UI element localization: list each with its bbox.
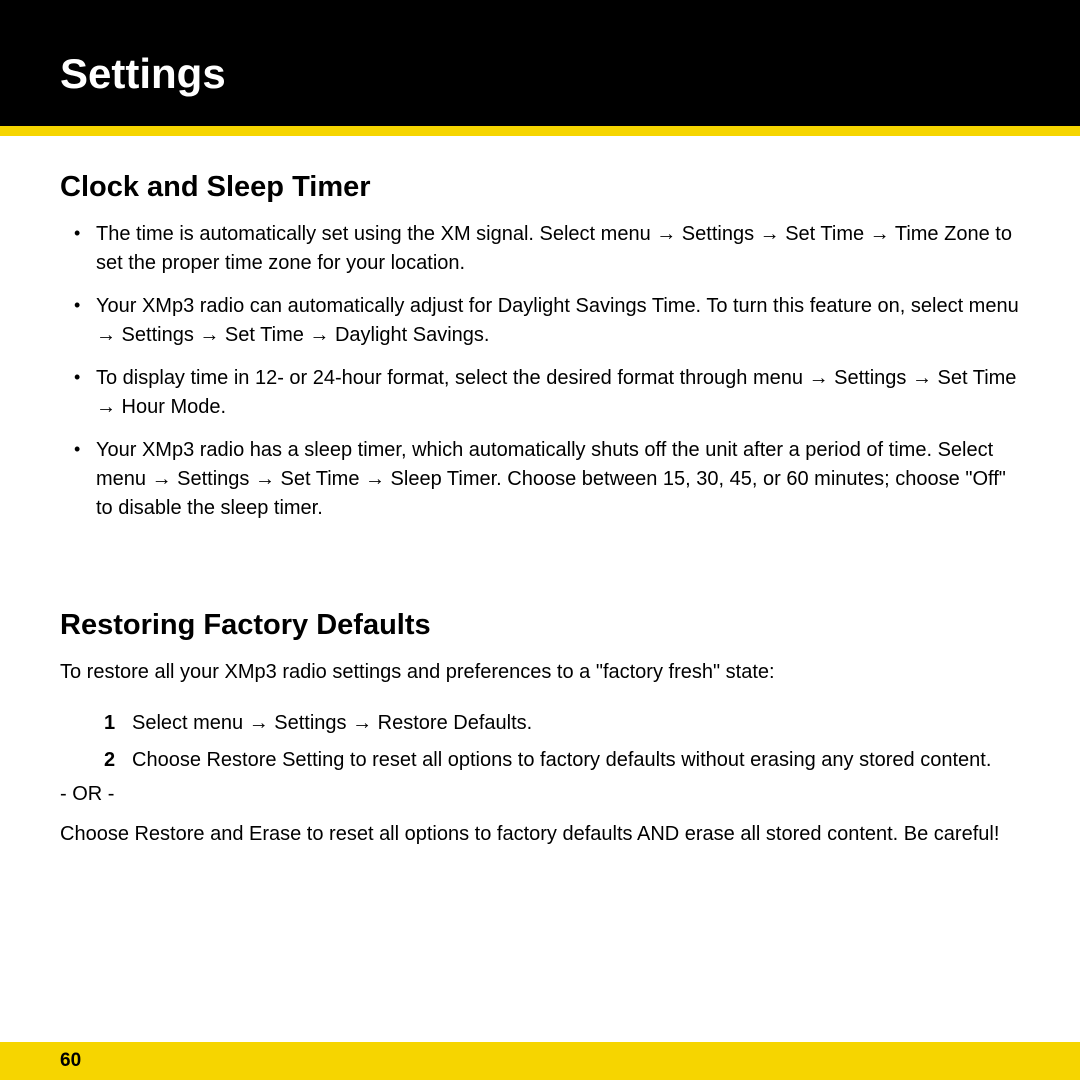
clock-bullet-list: The time is automatically set using the … xyxy=(60,220,1020,523)
page-content: Clock and Sleep Timer The time is automa… xyxy=(0,136,1080,849)
header-bar: Settings xyxy=(0,0,1080,126)
list-item: Select menu → Settings → Restore Default… xyxy=(132,709,1020,738)
page-number: 60 xyxy=(60,1050,81,1072)
list-item: Your XMp3 radio can automatically adjust… xyxy=(96,292,1020,350)
section-heading-clock: Clock and Sleep Timer xyxy=(60,171,1020,204)
footer-bar: 60 xyxy=(0,1042,1080,1080)
section-heading-restore: Restoring Factory Defaults xyxy=(60,609,1020,642)
list-item: To display time in 12- or 24-hour format… xyxy=(96,364,1020,422)
or-separator: - OR - xyxy=(60,783,1020,806)
list-item: Choose Restore Setting to reset all opti… xyxy=(132,746,1020,775)
list-item: The time is automatically set using the … xyxy=(96,220,1020,278)
accent-bar xyxy=(0,126,1080,136)
restore-intro: To restore all your XMp3 radio settings … xyxy=(60,658,1020,687)
page-title: Settings xyxy=(60,50,1020,98)
list-item: Your XMp3 radio has a sleep timer, which… xyxy=(96,436,1020,523)
restore-erase-para: Choose Restore and Erase to reset all op… xyxy=(60,820,1020,849)
restore-step-list: Select menu → Settings → Restore Default… xyxy=(60,709,1020,775)
